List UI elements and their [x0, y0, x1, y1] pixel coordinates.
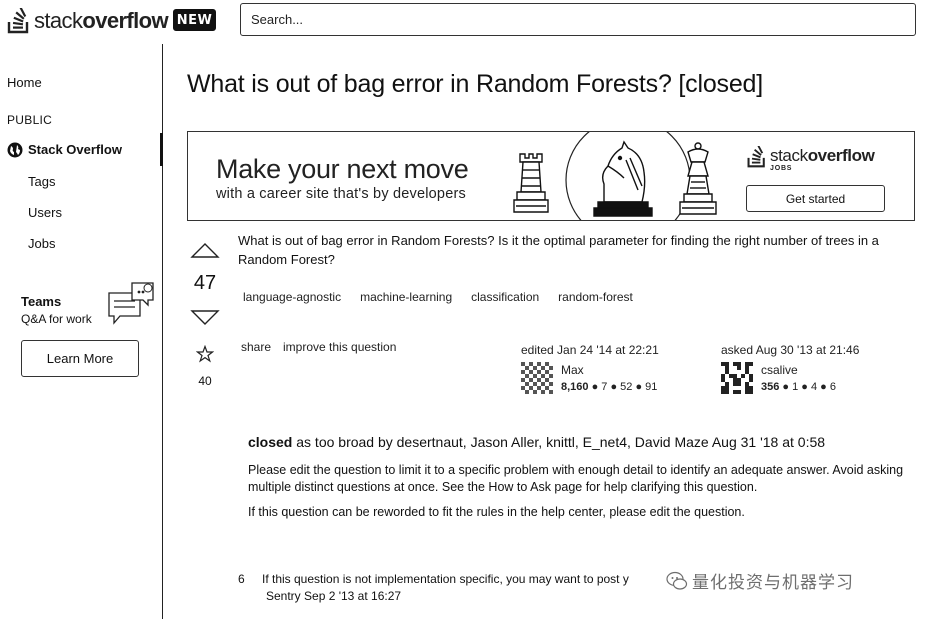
- chess-pieces-illustration: [513, 132, 717, 220]
- sidebar-item-home[interactable]: Home: [7, 75, 42, 90]
- teams-subtitle: Q&A for work: [21, 312, 92, 326]
- upvote-arrow-icon[interactable]: [190, 241, 220, 259]
- closed-notice-text: Please edit the question to limit it to …: [248, 463, 904, 494]
- top-bar: stackoverflow NEW: [0, 0, 933, 44]
- tag[interactable]: classification: [471, 290, 539, 304]
- asker-reputation: 356 ● 1 ● 4 ● 6: [761, 381, 836, 393]
- stack-overflow-logo-icon: [747, 146, 765, 168]
- favorite-count: 40: [198, 374, 212, 388]
- closed-notice-heading: closed as too broad by desertnaut, Jason…: [248, 434, 826, 450]
- user-avatar-csalive[interactable]: [721, 362, 753, 394]
- jobs-ad-banner[interactable]: Make your next move with a career site t…: [187, 131, 915, 221]
- new-badge-label: NEW: [176, 12, 213, 28]
- sidebar-section-public: PUBLIC: [7, 113, 53, 127]
- share-link[interactable]: share: [241, 340, 271, 354]
- sidebar-item-label: Stack Overflow: [28, 142, 122, 157]
- editor-name[interactable]: Max: [561, 363, 584, 377]
- editor-reputation: 8,160 ● 7 ● 52 ● 91: [561, 381, 658, 393]
- sidebar-item-jobs[interactable]: Jobs: [28, 236, 55, 251]
- ad-logo-text: stackoverflow JOBS: [770, 146, 875, 172]
- watermark: 量化投资与机器学习: [666, 568, 854, 593]
- tag[interactable]: machine-learning: [360, 290, 452, 304]
- stack-overflow-logo-icon: [7, 8, 29, 34]
- search-input[interactable]: [240, 3, 916, 36]
- comment-score: 6: [238, 572, 245, 586]
- sidebar-item-tags[interactable]: Tags: [28, 174, 55, 189]
- ad-subtitle: with a career site that's by developers: [216, 186, 466, 202]
- comment-meta[interactable]: Sentry Sep 2 '13 at 16:27: [266, 589, 401, 603]
- improve-question-link[interactable]: improve this question: [283, 340, 396, 354]
- wechat-icon: [666, 571, 688, 590]
- downvote-arrow-icon[interactable]: [190, 309, 220, 327]
- tag[interactable]: random-forest: [558, 290, 633, 304]
- sidebar-item-stack-overflow[interactable]: Stack Overflow: [0, 133, 163, 166]
- vote-count: 47: [193, 272, 217, 294]
- user-avatar-max[interactable]: [521, 362, 553, 394]
- sidebar-item-users[interactable]: Users: [28, 205, 62, 220]
- get-started-button[interactable]: Get started: [746, 185, 885, 212]
- teams-title: Teams: [21, 294, 62, 309]
- teams-chat-icon: [108, 282, 154, 325]
- ad-headline: Make your next move: [216, 154, 469, 184]
- edited-timestamp[interactable]: edited Jan 24 '14 at 22:21: [521, 343, 659, 357]
- question-title[interactable]: What is out of bag error in Random Fores…: [187, 70, 763, 99]
- site-logo[interactable]: stackoverflow: [6, 8, 169, 34]
- globe-icon: [7, 142, 23, 157]
- closed-notice-reword: If this question can be reworded to fit …: [248, 505, 745, 519]
- question-body: What is out of bag error in Random Fores…: [238, 233, 879, 267]
- site-logo-text: stackoverflow: [34, 8, 169, 33]
- tag[interactable]: language-agnostic: [243, 290, 341, 304]
- learn-more-button[interactable]: Learn More: [21, 340, 139, 377]
- tag-list: language-agnostic machine-learning class…: [243, 290, 652, 304]
- ad-jobs-logo: stackoverflow JOBS: [746, 146, 875, 173]
- favorite-star-icon[interactable]: [196, 345, 214, 363]
- watermark-text: 量化投资与机器学习: [692, 573, 854, 592]
- new-badge[interactable]: NEW: [173, 9, 216, 31]
- asker-name[interactable]: csalive: [761, 363, 798, 377]
- left-sidebar: Home PUBLIC Stack Overflow Tags Users Jo…: [0, 44, 163, 619]
- comment-text: If this question is not implementation s…: [262, 572, 629, 586]
- asked-timestamp[interactable]: asked Aug 30 '13 at 21:46: [721, 343, 859, 357]
